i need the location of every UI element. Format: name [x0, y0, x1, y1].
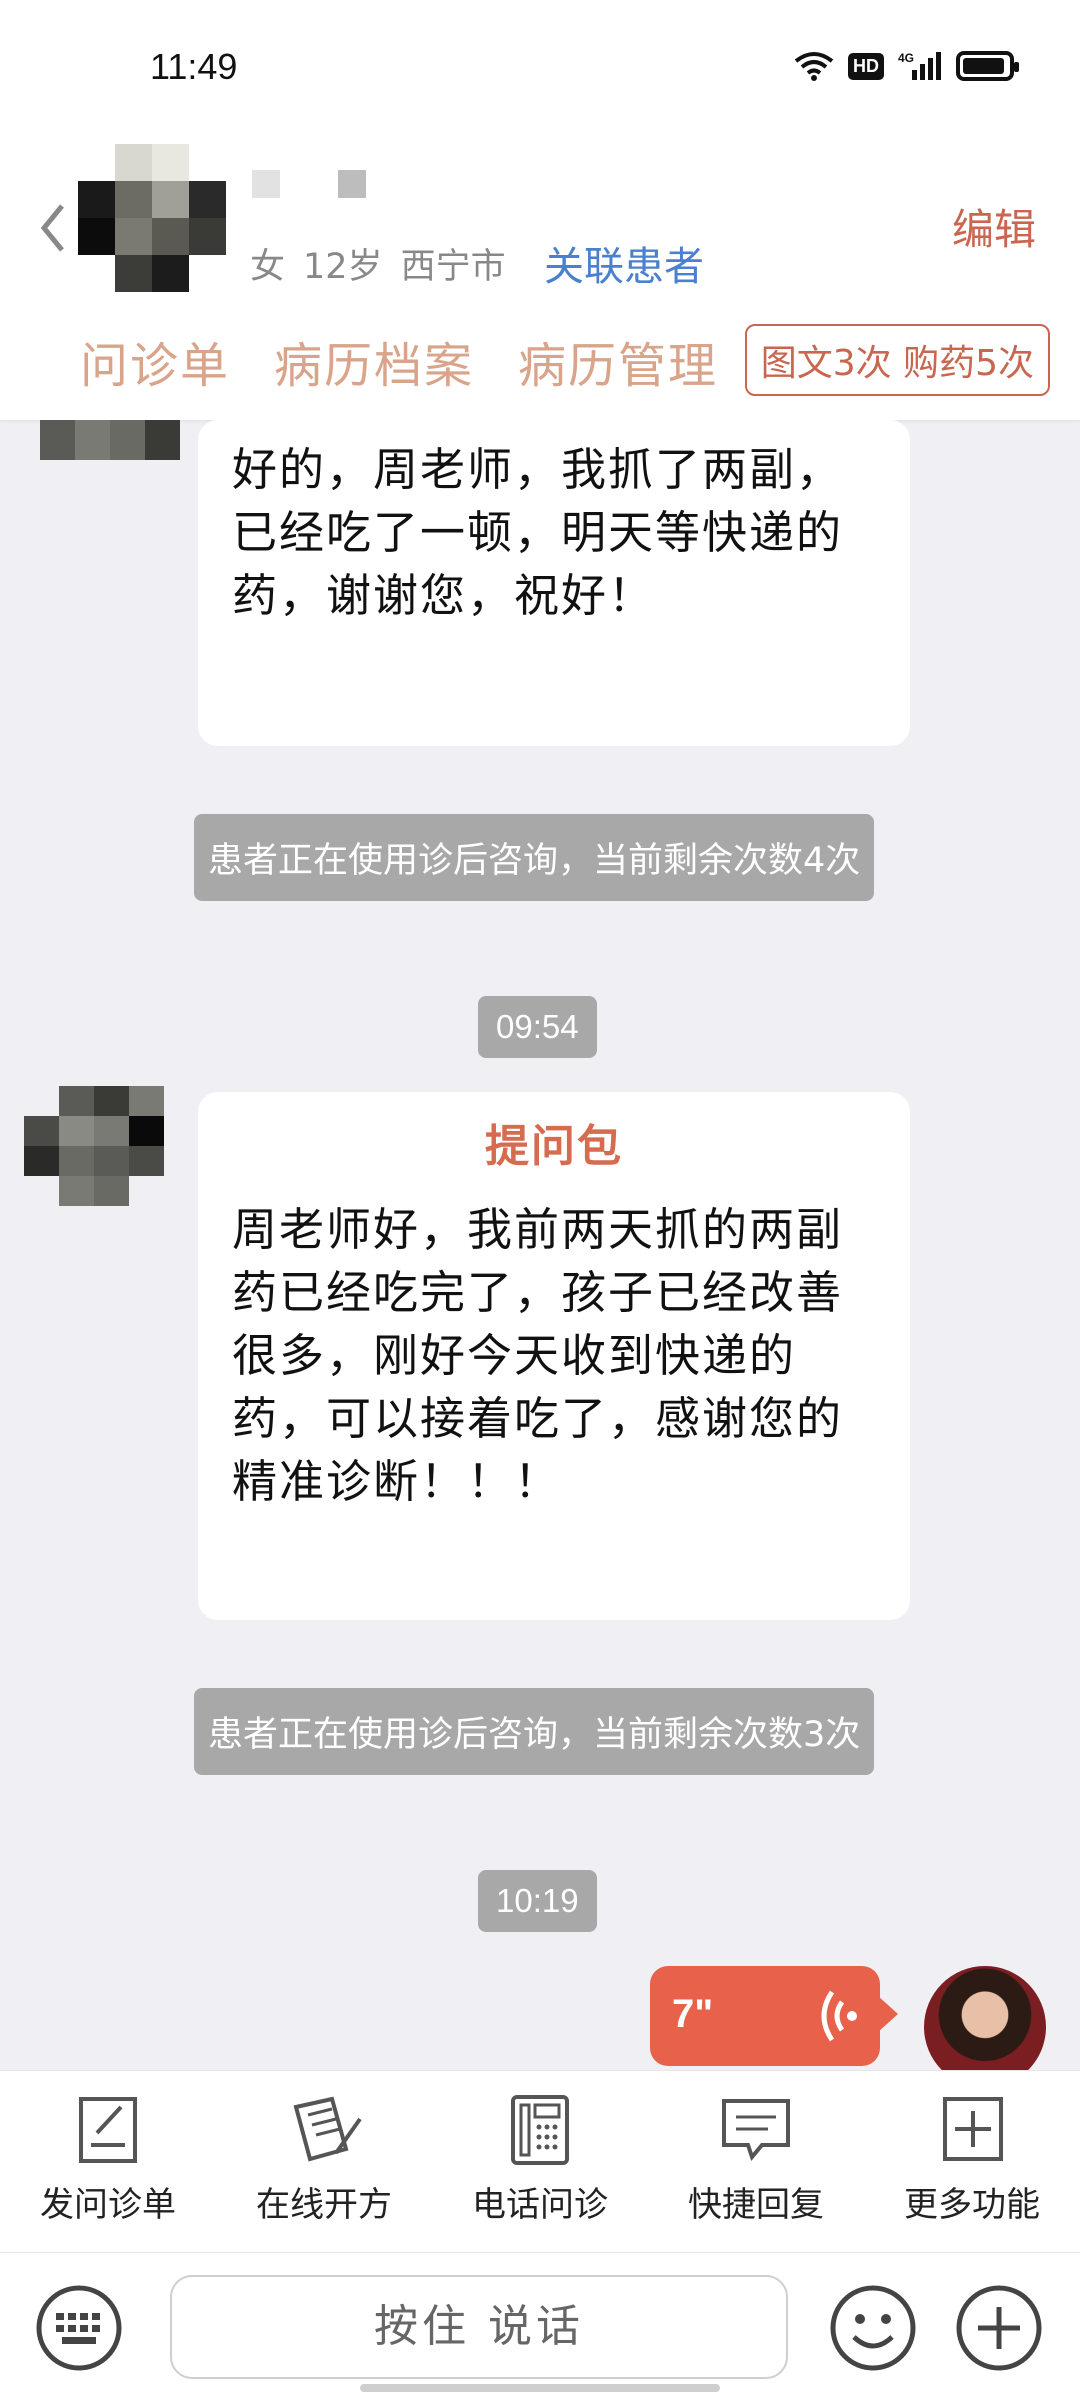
keyboard-icon[interactable]: [34, 2283, 124, 2373]
edit-button[interactable]: 编辑: [952, 196, 1036, 257]
signal-icon: 4G: [898, 51, 941, 80]
patient-chat-avatar[interactable]: [24, 1086, 164, 1206]
wifi-icon: [794, 52, 834, 81]
record-tabs: 问诊单 病历档案 病历管理: [80, 326, 718, 396]
tab-consult-form[interactable]: 问诊单: [80, 326, 230, 396]
question-package-title: 提问包: [485, 1121, 623, 1172]
patient-name-redacted: [252, 170, 366, 198]
quick-reply-button[interactable]: 快捷回复: [656, 2093, 856, 2226]
tool-label: 在线开方: [256, 2185, 392, 2225]
tab-record-management[interactable]: 病历管理: [518, 326, 718, 396]
message-text: 好的，周老师，我抓了两副，已经吃了一顿，明天等快递的药，谢谢您，祝好！: [232, 443, 844, 622]
system-notice: 患者正在使用诊后咨询，当前剩余次数3次: [194, 1688, 875, 1775]
tool-label: 电话问诊: [472, 2185, 608, 2225]
quota-badge[interactable]: 图文3次 购药5次: [744, 324, 1050, 396]
more-icon: [943, 2097, 1003, 2161]
question-package-bubble: 提问包 周老师好，我前两天抓的两副药已经吃完了，孩子已经改善很多，刚好今天收到快…: [198, 1092, 910, 1620]
hold-to-talk-button[interactable]: 按住 说话: [170, 2275, 788, 2379]
status-bar: 11:49 HD 4G: [0, 0, 1080, 140]
svg-text:4G: 4G: [898, 51, 914, 65]
phone-icon: [511, 2095, 569, 2165]
tab-medical-record[interactable]: 病历档案: [274, 326, 474, 396]
status-time: 11:49: [150, 46, 238, 87]
send-consult-form-button[interactable]: 发问诊单: [8, 2093, 208, 2226]
online-prescription-button[interactable]: 在线开方: [224, 2093, 424, 2226]
emoji-icon[interactable]: [828, 2283, 918, 2373]
back-icon[interactable]: [34, 198, 74, 258]
system-notice: 患者正在使用诊后咨询，当前剩余次数4次: [194, 814, 875, 901]
link-patient-button[interactable]: 关联患者: [544, 234, 704, 292]
voice-wave-icon: [821, 1990, 857, 2042]
patient-age: 12岁: [303, 247, 383, 287]
status-icons: HD 4G: [794, 50, 1019, 82]
battery-icon: [956, 51, 1019, 81]
prescription-icon: [293, 2096, 362, 2162]
patient-avatar[interactable]: [78, 144, 226, 292]
message-bubble: 好的，周老师，我抓了两副，已经吃了一顿，明天等快递的药，谢谢您，祝好！: [198, 420, 910, 746]
timestamp: 10:19: [478, 1870, 597, 1932]
patient-chat-avatar[interactable]: [40, 420, 180, 460]
tool-label: 快捷回复: [688, 2185, 824, 2225]
tool-label: 更多功能: [904, 2185, 1040, 2225]
function-toolbar: 发问诊单 在线开方 电话问诊 快捷回复 更多功能: [0, 2070, 1080, 2252]
hd-badge: HD: [848, 52, 884, 80]
message-text: 周老师好，我前两天抓的两副药已经吃完了，孩子已经改善很多，刚好今天收到快递的药，…: [232, 1203, 844, 1508]
more-functions-button[interactable]: 更多功能: [872, 2093, 1072, 2226]
plus-icon[interactable]: [954, 2283, 1044, 2373]
timestamp: 09:54: [478, 996, 597, 1058]
home-indicator[interactable]: [360, 2384, 720, 2392]
patient-info: 女 12岁 西宁市: [250, 238, 524, 289]
form-icon: [79, 2097, 137, 2163]
quick-reply-icon: [722, 2099, 790, 2162]
phone-consult-button[interactable]: 电话问诊: [440, 2093, 640, 2226]
voice-duration: 7": [672, 1992, 714, 2036]
patient-city: 西宁市: [400, 247, 506, 287]
input-bar: 按住 说话: [0, 2252, 1080, 2400]
voice-message[interactable]: 7": [650, 1966, 898, 2066]
patient-gender: 女: [250, 247, 286, 287]
tool-label: 发问诊单: [40, 2185, 176, 2225]
patient-header: 女 12岁 西宁市 关联患者 编辑 问诊单 病历档案 病历管理 图文3次 购药5次: [0, 140, 1080, 420]
